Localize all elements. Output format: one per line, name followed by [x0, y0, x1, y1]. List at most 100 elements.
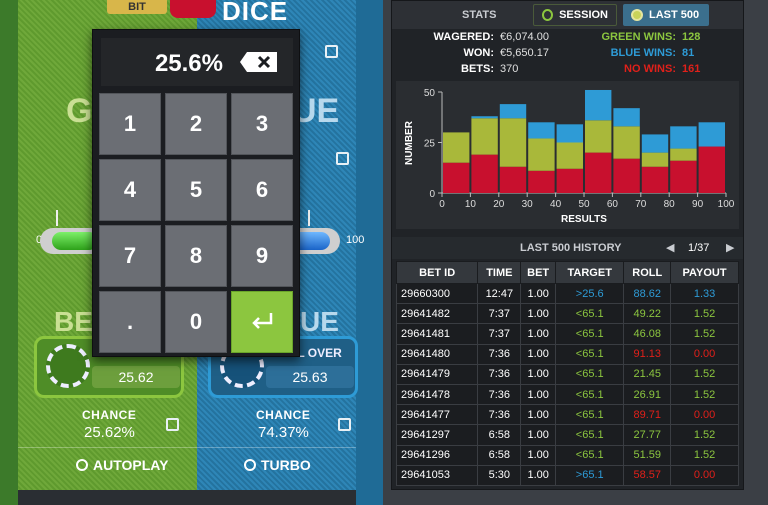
table-row[interactable]: 29641296 6:58 1.00 <65.1 51.59 1.52	[395, 444, 739, 466]
key-0[interactable]: 0	[165, 291, 227, 353]
cell-payout: 1.52	[670, 363, 739, 385]
bar-segment	[670, 148, 697, 161]
edit-icon[interactable]	[338, 418, 351, 431]
backspace-icon[interactable]	[239, 51, 279, 73]
history-header: LAST 500 HISTORY ◀ 1/37 ▶	[392, 237, 743, 259]
won-value: €5,650.17	[500, 47, 549, 59]
keypad-value: 25.6%	[154, 50, 223, 77]
bar-segment	[585, 152, 612, 193]
key-6[interactable]: 6	[231, 159, 293, 221]
enter-icon[interactable]	[231, 291, 293, 353]
table-row[interactable]: 29641297 6:58 1.00 <65.1 27.77 1.52	[395, 424, 739, 446]
history-header-row: BET ID TIME BET TARGET ROLL PAYOUT	[395, 261, 739, 284]
cell-id: 29641482	[395, 303, 479, 325]
radio-icon	[631, 9, 643, 21]
bar-segment	[613, 126, 640, 159]
edit-icon[interactable]	[325, 45, 338, 58]
bar-segment	[556, 124, 583, 143]
autoplay-label[interactable]: AUTOPLAY	[93, 457, 168, 473]
cell-target: <65.1	[554, 424, 625, 446]
left-chance-label: CHANCE	[82, 408, 137, 422]
bar-segment	[499, 118, 527, 167]
cell-time: 7:36	[477, 363, 522, 385]
history-page: 1/37	[688, 242, 710, 254]
turbo-radio[interactable]	[244, 459, 256, 471]
table-row[interactable]: 29641480 7:36 1.00 <65.1 91.13 0.00	[395, 343, 739, 365]
history-title: LAST 500 HISTORY	[520, 242, 622, 254]
prev-icon[interactable]: ◀	[666, 241, 674, 254]
cell-id: 29641481	[395, 323, 479, 345]
bar-segment	[556, 142, 583, 169]
bar-segment	[499, 104, 527, 119]
key-1[interactable]: 1	[99, 93, 161, 155]
bar-segment	[670, 126, 697, 149]
cell-time: 6:58	[477, 424, 522, 446]
key-3[interactable]: 3	[231, 93, 293, 155]
x-tick-label: 40	[550, 199, 562, 210]
table-row[interactable]: 29641053 5:30 1.00 >65.1 58.57 0.00	[395, 464, 739, 486]
key-2[interactable]: 2	[165, 93, 227, 155]
table-row[interactable]: 29641481 7:37 1.00 <65.1 46.08 1.52	[395, 323, 739, 345]
cell-roll: 58.57	[623, 464, 672, 486]
right-chance-value: 74.37%	[258, 424, 309, 441]
table-row[interactable]: 29660300 12:47 1.00 >25.6 88.62 1.33	[395, 282, 739, 305]
cell-payout: 1.52	[670, 444, 739, 466]
edit-icon[interactable]	[336, 152, 349, 165]
divider	[18, 447, 356, 448]
slider-tick	[308, 210, 310, 226]
key-5[interactable]: 5	[165, 159, 227, 221]
cell-bet: 1.00	[520, 343, 556, 365]
no-wins-label: NO WINS:	[624, 63, 676, 75]
cell-id: 29641480	[395, 343, 479, 365]
cell-bet: 1.00	[520, 303, 556, 325]
x-tick-label: 0	[439, 199, 445, 210]
bar-segment	[471, 154, 498, 193]
history-body: 29660300 12:47 1.00 >25.6 88.62 1.33 29641482 7…	[395, 282, 739, 486]
edit-icon[interactable]	[166, 418, 179, 431]
bar-segment	[641, 134, 669, 153]
cell-id: 29660300	[395, 282, 479, 305]
cell-roll: 21.45	[623, 363, 672, 385]
x-tick-label: 70	[635, 199, 647, 210]
roll-over-value[interactable]: 25.63	[266, 366, 354, 388]
cell-roll: 88.62	[623, 282, 672, 305]
turbo-label[interactable]: TURBO	[261, 457, 311, 473]
cell-bet: 1.00	[520, 363, 556, 385]
table-row[interactable]: 29641479 7:36 1.00 <65.1 21.45 1.52	[395, 363, 739, 385]
stats-panel: STATS SESSION LAST 500 WAGERED: €6,074.0…	[391, 0, 744, 490]
roll-under-value[interactable]: 25.62	[92, 366, 180, 388]
results-chart-svg: 0 25 50 0 10 20 30 40 50 60 70 80 90 100 NUMBER RESULTS	[404, 88, 735, 225]
y-tick-label: 0	[429, 189, 435, 200]
column-header: TIME	[477, 261, 522, 284]
key-9[interactable]: 9	[231, 225, 293, 287]
column-header: BET ID	[395, 261, 479, 284]
key-dot[interactable]: .	[99, 291, 161, 353]
cell-payout: 1.52	[670, 323, 739, 345]
right-chance-label: CHANCE	[256, 408, 311, 422]
bar-segment	[698, 146, 725, 193]
cell-roll: 89.71	[623, 404, 672, 426]
column-header: TARGET	[554, 261, 625, 284]
wagered-label: WAGERED:	[433, 31, 495, 43]
cell-id: 29641053	[395, 464, 479, 486]
key-4[interactable]: 4	[99, 159, 161, 221]
cell-id: 29641297	[395, 424, 479, 446]
radio-icon	[542, 9, 554, 21]
table-row[interactable]: 29641482 7:37 1.00 <65.1 49.22 1.52	[395, 303, 739, 325]
cell-payout: 1.52	[670, 383, 739, 406]
cell-payout: 0.00	[670, 404, 739, 426]
key-7[interactable]: 7	[99, 225, 161, 287]
y-axis-label: NUMBER	[404, 120, 415, 165]
column-header: PAYOUT	[670, 261, 739, 284]
cell-time: 7:37	[477, 303, 522, 325]
game-panel: BIT DICE GR UE 0 100 BET UE ROLL UNDER 2…	[0, 0, 383, 505]
key-8[interactable]: 8	[165, 225, 227, 287]
tab-session[interactable]: SESSION	[533, 4, 617, 26]
tab-last-500[interactable]: LAST 500	[623, 4, 709, 26]
table-row[interactable]: 29641478 7:36 1.00 <65.1 26.91 1.52	[395, 383, 739, 406]
tab-last-500-label: LAST 500	[649, 9, 700, 21]
cell-roll: 46.08	[623, 323, 672, 345]
autoplay-radio[interactable]	[76, 459, 88, 471]
table-row[interactable]: 29641477 7:36 1.00 <65.1 89.71 0.00	[395, 404, 739, 426]
next-icon[interactable]: ▶	[726, 241, 734, 254]
